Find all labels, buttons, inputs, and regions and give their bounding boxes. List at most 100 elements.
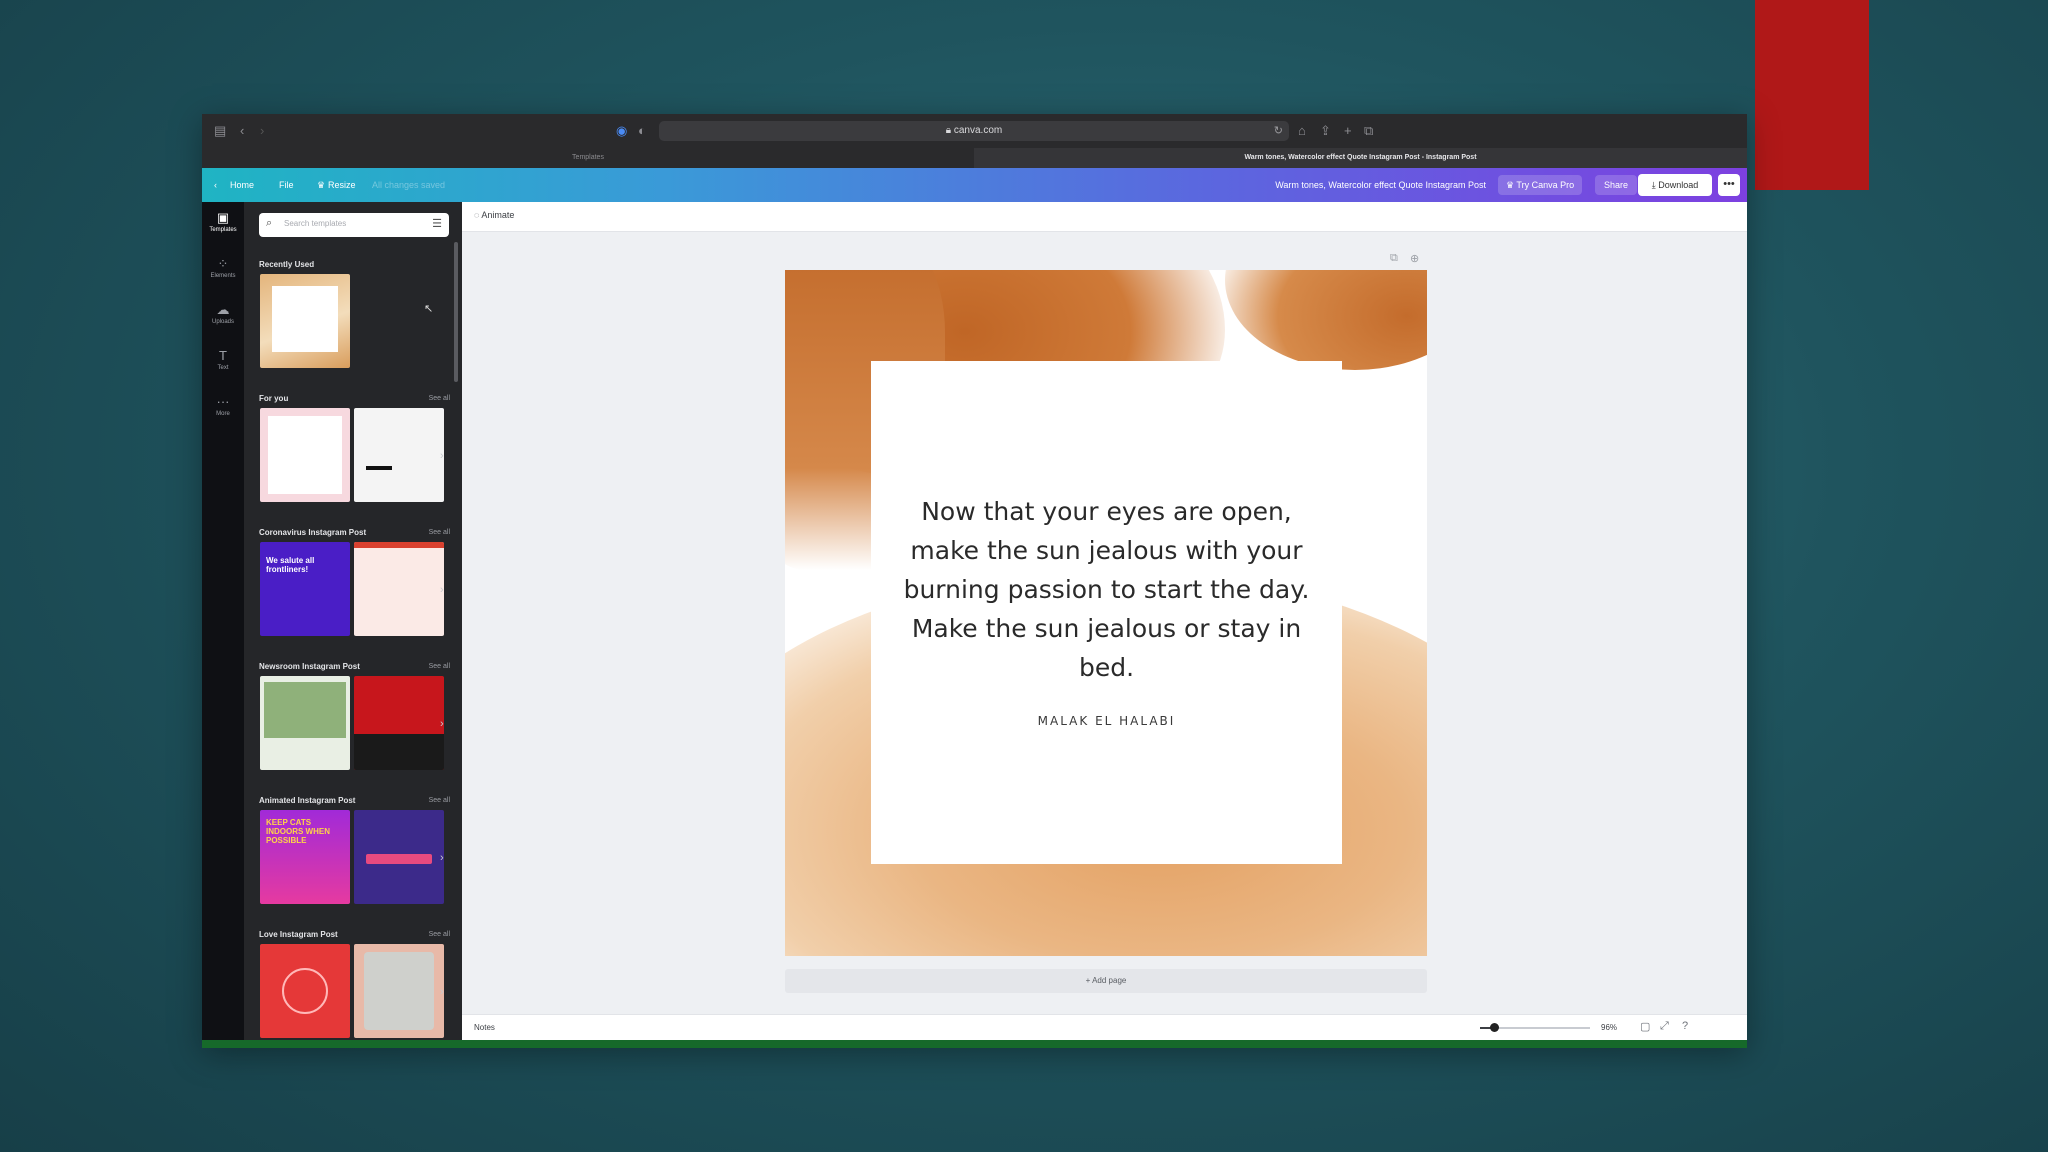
share-sheet-icon[interactable]: ⇪ — [1320, 122, 1331, 140]
template-thumbnail[interactable] — [260, 274, 350, 368]
elements-icon: ⁘ — [217, 256, 229, 271]
filter-icon[interactable]: ☰ — [432, 217, 442, 230]
template-search-input[interactable]: ⌕ Search templates ☰ — [259, 213, 449, 237]
thumbnail-button — [366, 854, 432, 864]
zoom-value[interactable]: 96% — [1601, 1023, 1617, 1032]
try-canva-pro-button[interactable]: ♛ Try Canva Pro — [1498, 175, 1583, 195]
duplicate-page-icon[interactable]: ⧉ — [1390, 252, 1398, 265]
shield-icon[interactable]: ◐ — [638, 122, 646, 140]
reload-icon[interactable]: ↻ — [1274, 121, 1283, 141]
rail-item-more[interactable]: ··· More — [202, 394, 244, 418]
resize-button[interactable]: Resize — [328, 178, 356, 192]
see-all-link[interactable]: See all — [429, 931, 450, 938]
download-label: Download — [1658, 180, 1699, 190]
templates-icon: ▣ — [216, 210, 230, 225]
status-bar: Notes 96% ▢ ⤢ ? — [462, 1014, 1747, 1040]
sidebar-toggle-icon[interactable]: ▤ — [214, 122, 226, 140]
template-thumbnail[interactable] — [260, 944, 350, 1038]
template-thumbnail[interactable] — [260, 408, 350, 502]
red-overlay-block — [1755, 0, 1869, 190]
see-all-link[interactable]: See all — [429, 663, 450, 670]
lock-icon: 🔒︎ — [945, 125, 954, 136]
uploads-icon: ☁ — [216, 302, 230, 317]
zoom-slider-handle[interactable] — [1490, 1023, 1500, 1032]
window-bottom-strip — [202, 1040, 1747, 1048]
text-icon: T — [219, 348, 227, 363]
page-grid-icon[interactable]: ▢ — [1640, 1020, 1650, 1033]
add-page-icon[interactable]: ⊕ — [1410, 252, 1419, 265]
design-title[interactable]: Warm tones, Watercolor effect Quote Inst… — [1266, 178, 1486, 192]
quote-text[interactable]: Now that your eyes are open, make the su… — [901, 492, 1312, 687]
template-thumbnail[interactable] — [354, 810, 444, 904]
search-icon: ⌕ — [266, 217, 273, 229]
back-icon[interactable]: ‹ — [240, 122, 244, 140]
address-bar[interactable]: 🔒︎ canva.com ↻ — [659, 121, 1289, 141]
section-title: Love Instagram Post — [259, 930, 338, 939]
rail-item-uploads[interactable]: ☁ Uploads — [202, 302, 244, 326]
help-icon[interactable]: ? — [1682, 1020, 1688, 1032]
file-menu[interactable]: File — [279, 178, 294, 192]
share-button[interactable]: Share — [1595, 175, 1638, 195]
rail-label: Text — [217, 365, 229, 371]
tab-bar: Templates Warm tones, Watercolor effect … — [202, 148, 1747, 168]
tab-design[interactable]: Warm tones, Watercolor effect Quote Inst… — [974, 148, 1747, 168]
rail-item-templates[interactable]: ▣ Templates — [202, 210, 244, 234]
add-page-button[interactable]: + Add page — [785, 969, 1427, 993]
section-title: Animated Instagram Post — [259, 796, 356, 805]
crown-icon: ♛ — [1506, 180, 1517, 190]
save-status: All changes saved — [372, 180, 446, 190]
thumbnail-card — [268, 416, 342, 494]
template-thumbnail[interactable] — [354, 676, 444, 770]
rail-label: Elements — [210, 273, 236, 279]
browser-toolbar: ▤ ‹ › ◉ ◐ 🔒︎ canva.com ↻ ⌂ ⇪ + ⧉ — [202, 114, 1747, 148]
thumbnail-band — [354, 542, 444, 548]
browser-window: ▤ ‹ › ◉ ◐ 🔒︎ canva.com ↻ ⌂ ⇪ + ⧉ Templat… — [202, 114, 1747, 1048]
section-title: Recently Used — [259, 260, 315, 269]
see-all-link[interactable]: See all — [429, 395, 450, 402]
animate-label: Animate — [481, 210, 515, 220]
quote-author[interactable]: MALAK EL HALABI — [871, 714, 1342, 728]
rail-item-elements[interactable]: ⁘ Elements — [202, 256, 244, 280]
animate-button[interactable]: ◌ Animate — [474, 210, 514, 220]
see-all-link[interactable]: See all — [429, 529, 450, 536]
editor-toolbar: ◌ Animate — [462, 202, 1747, 232]
home-icon[interactable]: ⌂ — [1298, 122, 1306, 140]
url-text: canva.com — [953, 125, 1003, 136]
see-all-link[interactable]: See all — [429, 797, 450, 804]
chevron-right-icon[interactable]: › — [440, 584, 444, 596]
rail-item-text[interactable]: T Text — [202, 348, 244, 372]
thumbnail-photo — [364, 952, 434, 1030]
chevron-right-icon[interactable]: › — [440, 718, 444, 730]
zoom-slider[interactable] — [1480, 1023, 1590, 1032]
templates-panel: ⌕ Search templates ☰ Recently Used ↖ For… — [244, 202, 464, 1040]
template-thumbnail[interactable] — [354, 944, 444, 1038]
watercolor-blob-corner — [1225, 270, 1427, 370]
chevron-right-icon[interactable]: › — [440, 986, 444, 998]
notes-button[interactable]: Notes — [474, 1023, 495, 1032]
back-chevron-icon[interactable]: ‹ — [214, 178, 217, 192]
design-canvas[interactable]: Now that your eyes are open, make the su… — [785, 270, 1427, 956]
section-title: Newsroom Instagram Post — [259, 662, 360, 671]
template-thumbnail[interactable]: KEEP CATS INDOORS WHEN POSSIBLE — [260, 810, 350, 904]
rail-label: Templates — [209, 227, 237, 233]
tab-templates[interactable]: Templates — [202, 148, 974, 168]
download-button[interactable]: ⤓ Download — [1638, 174, 1712, 196]
fullscreen-icon[interactable]: ⤢ — [1660, 1020, 1669, 1033]
chevron-right-icon[interactable]: › — [440, 852, 444, 864]
home-button[interactable]: Home — [230, 178, 254, 192]
extension-icon[interactable]: ◉ — [616, 122, 627, 140]
template-thumbnail[interactable] — [260, 676, 350, 770]
more-options-button[interactable]: ••• — [1718, 174, 1740, 196]
template-thumbnail[interactable]: We salute all frontliners! — [260, 542, 350, 636]
tab-overview-icon[interactable]: ⧉ — [1364, 122, 1373, 140]
forward-icon[interactable]: › — [260, 122, 264, 140]
template-thumbnail[interactable] — [354, 542, 444, 636]
quote-card[interactable]: Now that your eyes are open, make the su… — [871, 361, 1342, 864]
chevron-right-icon[interactable]: › — [440, 450, 444, 462]
template-thumbnail[interactable] — [354, 408, 444, 502]
thumbnail-text: We salute all frontliners! — [266, 556, 315, 574]
new-tab-icon[interactable]: + — [1344, 122, 1352, 140]
section-title: For you — [259, 394, 289, 403]
panel-scrollbar[interactable] — [454, 242, 458, 382]
thumbnail-text: KEEP CATS INDOORS WHEN POSSIBLE — [266, 818, 330, 845]
